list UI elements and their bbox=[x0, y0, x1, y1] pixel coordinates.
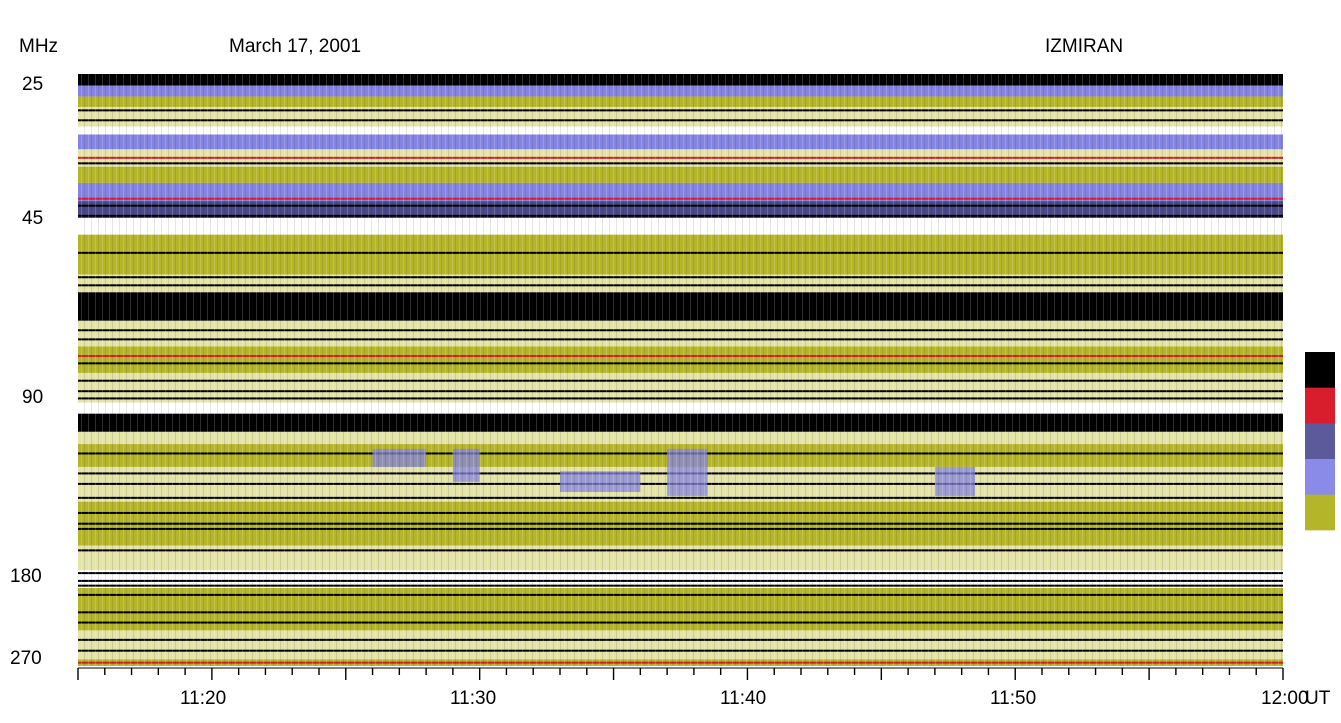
colorbar-segment bbox=[1305, 494, 1335, 531]
observatory-label: IZMIRAN bbox=[1045, 36, 1124, 57]
chart-date: March 17, 2001 bbox=[229, 36, 362, 57]
y-axis-unit-label: MHz bbox=[19, 36, 59, 57]
y-tick-label: 25 bbox=[22, 74, 44, 95]
colorbar-segment bbox=[1305, 352, 1335, 389]
spectrogram-chart bbox=[77, 74, 1335, 680]
y-tick-label: 180 bbox=[10, 566, 42, 587]
colorbar-segment bbox=[1305, 387, 1335, 424]
x-tick-label: 11:30 bbox=[450, 688, 497, 709]
y-tick-label: 90 bbox=[22, 387, 44, 408]
y-tick-label: 45 bbox=[22, 208, 44, 229]
x-tick-label: 11:50 bbox=[990, 688, 1037, 709]
colorbar-segment bbox=[1305, 459, 1335, 496]
x-axis-unit-label: UT bbox=[1305, 688, 1331, 709]
x-tick-label: 11:40 bbox=[720, 688, 767, 709]
y-tick-label: 270 bbox=[10, 648, 42, 669]
x-axis bbox=[77, 667, 1284, 680]
x-tick-label: 12:00 bbox=[1261, 688, 1309, 709]
colorbar-segment bbox=[1305, 530, 1335, 567]
x-tick-label: 11:20 bbox=[180, 688, 227, 709]
colorbar-segment bbox=[1305, 423, 1335, 460]
colorbar bbox=[1305, 352, 1335, 567]
texture-overlay bbox=[78, 74, 1283, 666]
